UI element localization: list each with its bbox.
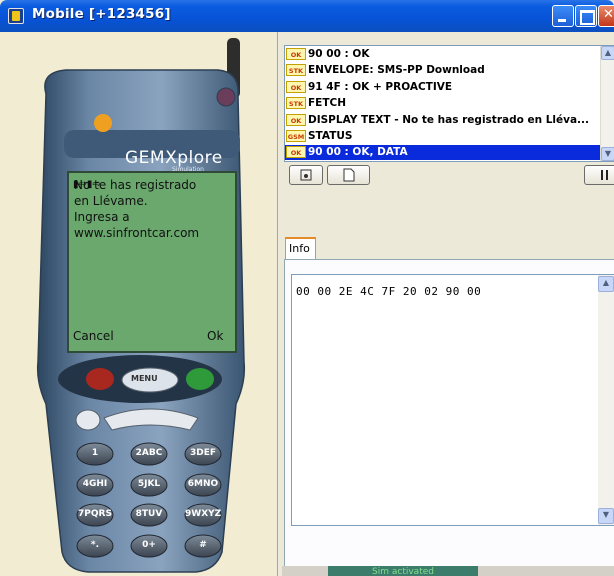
brand-logo: GEMXplore <box>125 148 223 168</box>
minimize-button[interactable] <box>552 5 574 27</box>
tab-info[interactable]: Info <box>285 237 316 260</box>
screen-line: No te has registrado <box>74 178 197 192</box>
phone-body <box>36 38 246 573</box>
status-badge: OK <box>286 80 306 93</box>
pause-icon <box>601 170 608 180</box>
log-row[interactable]: GSM STATUS <box>285 129 602 144</box>
close-button[interactable] <box>598 5 614 27</box>
keypad-key-label: 0+ <box>142 540 156 550</box>
hex-output[interactable]: 00 00 2E 4C 7F 20 02 90 00 ▲ ▼ <box>291 274 614 526</box>
log-row[interactable]: OK 90 00 : OK, DATA <box>285 145 602 160</box>
log-row[interactable]: OK 91 4F : OK + PROACTIVE <box>285 80 602 95</box>
keypad-key-label: 4GHI <box>82 479 108 489</box>
log-row[interactable]: STK ENVELOPE: SMS-PP Download <box>285 63 602 78</box>
keypad-key-label: 3DEF <box>189 448 217 458</box>
nav-left-button[interactable] <box>75 409 101 431</box>
status-badge: GSM <box>286 130 306 142</box>
keypad-key-label: 6MNO <box>187 479 219 489</box>
log-row[interactable]: STK FETCH <box>285 96 602 111</box>
apdu-log-list[interactable]: OK 90 00 : OK STK ENVELOPE: SMS-PP Download… <box>284 45 614 162</box>
phone-simulator: GEMXplore Simulation ▮⇨▮⇨ No te has regi… <box>0 32 276 576</box>
title-bar[interactable]: Mobile [+123456] <box>0 0 614 32</box>
log-text: FETCH <box>308 97 347 110</box>
scroll-down-icon[interactable]: ▼ <box>601 147 614 161</box>
mobile-window: Mobile [+123456] ✕ GEMXplore Simulation … <box>0 0 614 576</box>
status-bar: Sim activated <box>282 566 614 576</box>
keypad-key-label: 7PQRS <box>78 509 112 519</box>
keypad-key-label: 8TUV <box>135 509 163 519</box>
status-badge: OK <box>286 48 306 60</box>
hex-scrollbar[interactable]: ▲ ▼ <box>598 275 614 525</box>
log-scrollbar[interactable]: ▲ ▼ <box>600 46 614 161</box>
softkey-cancel[interactable]: Cancel <box>73 329 114 343</box>
keypad-key-label: 5JKL <box>137 479 161 489</box>
log-text: 90 00 : OK, DATA <box>308 146 408 159</box>
status-badge: OK <box>286 113 306 126</box>
log-text: 91 4F : OK + PROACTIVE <box>308 80 453 93</box>
log-toolbar <box>284 165 614 185</box>
call-button[interactable] <box>186 368 214 390</box>
scroll-up-icon[interactable]: ▲ <box>598 276 614 292</box>
scroll-up-icon[interactable]: ▲ <box>601 46 614 60</box>
log-text: DISPLAY TEXT - No te has registrado en L… <box>308 113 590 126</box>
keypad-key-label: 1 <box>91 448 99 458</box>
log-row[interactable]: OK DISPLAY TEXT - No te has registrado en… <box>285 113 602 128</box>
window-title: Mobile [+123456] <box>32 6 171 22</box>
log-text: 90 00 : OK <box>308 48 370 60</box>
keypad-key-label: 9WXYZ <box>185 509 222 519</box>
maximize-button[interactable] <box>575 5 597 27</box>
logo-icon <box>94 114 112 132</box>
screen-line: Ingresa a <box>74 210 130 224</box>
new-log-button[interactable] <box>327 165 370 185</box>
log-text: ENVELOPE: SMS-PP Download <box>308 64 485 77</box>
scroll-down-icon[interactable]: ▼ <box>598 508 614 524</box>
status-badge: OK <box>286 146 306 159</box>
softkey-ok[interactable]: Ok <box>207 329 223 343</box>
end-call-button[interactable] <box>86 368 114 390</box>
document-icon <box>343 168 355 182</box>
menu-label: MENU <box>131 374 158 383</box>
save-log-button[interactable] <box>289 165 323 185</box>
screen-line: www.sinfrontcar.com <box>74 226 200 240</box>
disk-icon <box>300 169 312 181</box>
keypad-key-label: *. <box>90 540 100 550</box>
log-text: STATUS <box>308 130 353 142</box>
keypad-key-label: # <box>199 540 207 550</box>
screen-message: No te has registrado en Llévame. Ingresa… <box>74 177 232 241</box>
status-badge: STK <box>286 64 306 77</box>
hex-data: 00 00 2E 4C 7F 20 02 90 00 <box>296 285 482 298</box>
status-badge: STK <box>286 97 306 110</box>
brand-subtitle: Simulation <box>172 166 204 173</box>
keypad-key-label: 2ABC <box>135 448 163 458</box>
info-panel: 00 00 2E 4C 7F 20 02 90 00 ▲ ▼ <box>284 259 614 576</box>
app-icon <box>8 8 24 24</box>
status-text: Sim activated <box>328 566 478 576</box>
screen-line: en Llévame. <box>74 194 148 208</box>
debug-panel: OK 90 00 : OK STK ENVELOPE: SMS-PP Download… <box>277 32 614 576</box>
pause-button[interactable] <box>584 165 614 185</box>
log-row[interactable]: OK 90 00 : OK <box>285 47 602 62</box>
